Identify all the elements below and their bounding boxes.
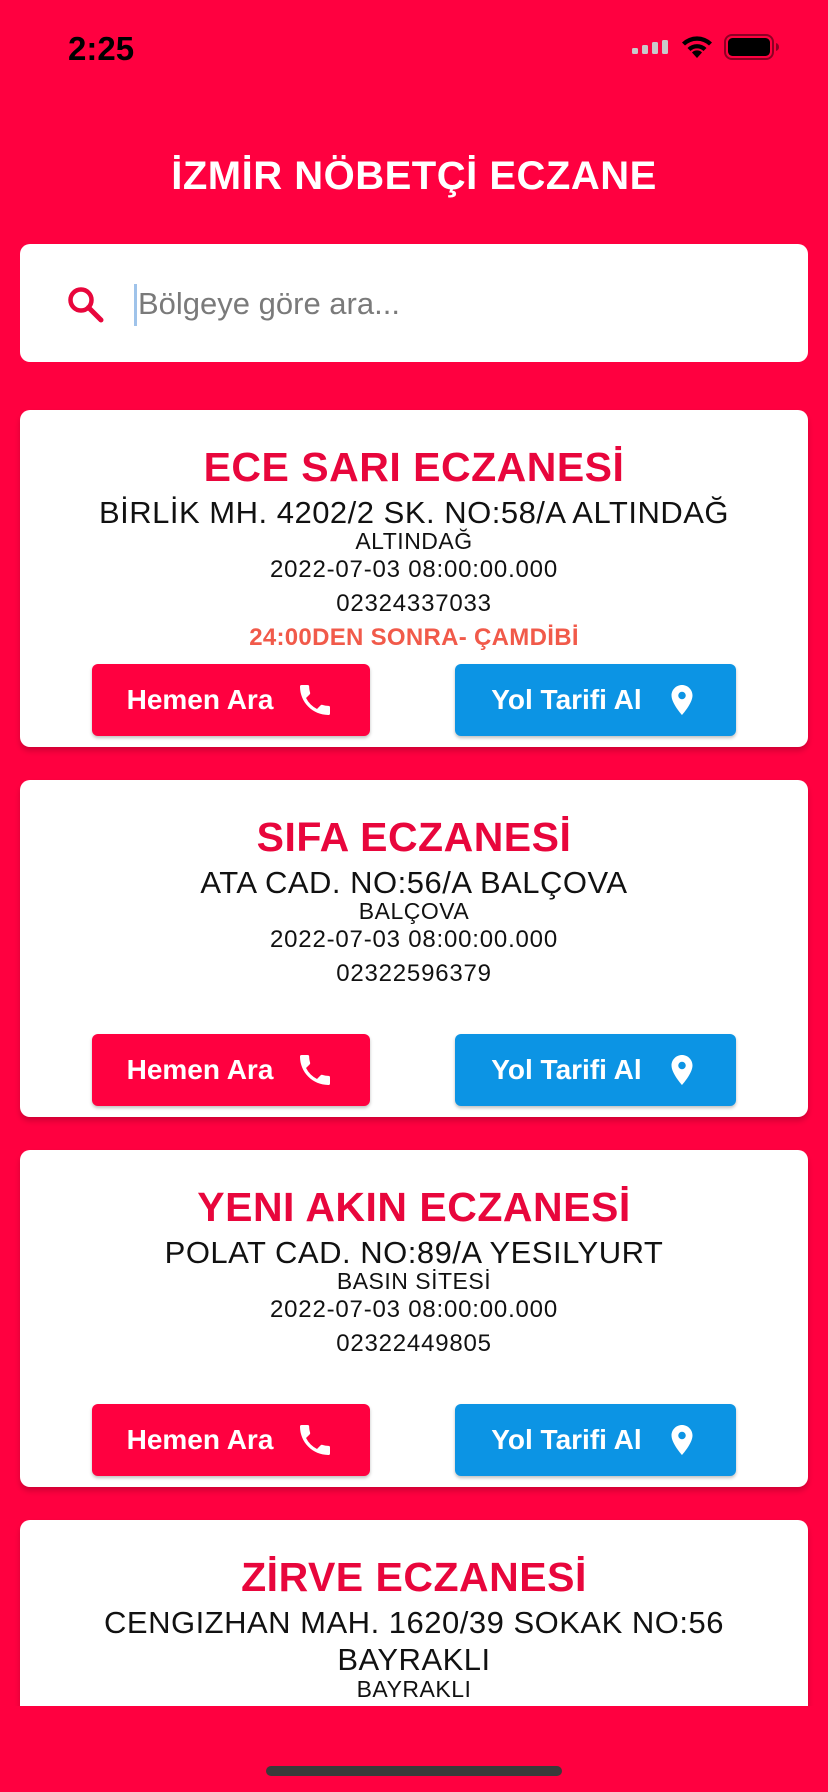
search-input[interactable] — [134, 274, 774, 334]
phone-icon — [300, 1425, 331, 1455]
location-pin-icon — [671, 1425, 693, 1455]
call-now-button[interactable]: Hemen Ara — [92, 1404, 370, 1476]
call-button-label: Hemen Ara — [126, 1424, 274, 1455]
get-directions-button[interactable]: Yol Tarifi Al — [455, 1404, 736, 1476]
get-directions-button[interactable]: Yol Tarifi Al — [455, 664, 736, 736]
location-pin-icon — [671, 1055, 693, 1085]
page-title: İZMİR NÖBETÇİ ECZANE — [171, 154, 657, 198]
call-now-button[interactable]: Hemen Ara — [92, 664, 370, 736]
search-icon — [68, 287, 104, 323]
status-icons — [632, 34, 780, 60]
cellular-signal-icon — [632, 40, 668, 54]
pharmacy-card: YENI AKIN ECZANESİ POLAT CAD. NO:89/A YE… — [20, 1150, 808, 1487]
pharmacy-date: 2022-07-03 08:00:00.000 — [270, 926, 558, 953]
pharmacy-district: BALÇOVA — [358, 898, 470, 924]
pharmacy-district: ALTINDAĞ — [355, 528, 473, 554]
location-pin-icon — [671, 685, 693, 715]
call-now-button[interactable]: Hemen Ara — [92, 1034, 370, 1106]
pharmacy-date: 2022-07-03 08:00:00.000 — [270, 1296, 558, 1323]
directions-button-label: Yol Tarifi Al — [491, 1424, 642, 1455]
phone-icon — [300, 1055, 331, 1085]
directions-button-label: Yol Tarifi Al — [491, 1054, 642, 1085]
bottom-safe-area — [0, 1706, 828, 1792]
pharmacy-phone: 02322596379 — [336, 960, 492, 987]
home-indicator[interactable] — [266, 1766, 562, 1776]
pharmacy-name: YENI AKIN ECZANESİ — [197, 1184, 631, 1230]
call-button-label: Hemen Ara — [126, 1054, 274, 1085]
phone-icon — [300, 685, 331, 715]
pharmacy-name: SIFA ECZANESİ — [256, 814, 572, 860]
pharmacy-phone: 02322449805 — [336, 1330, 492, 1357]
pharmacy-name: ECE SARI ECZANESİ — [203, 444, 625, 490]
pharmacy-name: ZİRVE ECZANESİ — [241, 1554, 587, 1600]
get-directions-button[interactable]: Yol Tarifi Al — [455, 1034, 736, 1106]
pharmacy-card: SIFA ECZANESİ ATA CAD. NO:56/A BALÇOVA B… — [20, 780, 808, 1117]
pharmacy-note: 24:00DEN SONRA- ÇAMDİBİ — [249, 624, 579, 651]
battery-icon — [724, 34, 779, 60]
status-time: 2:25 — [68, 30, 135, 67]
pharmacy-district: BAYRAKLI — [356, 1676, 472, 1702]
pharmacy-address: BİRLİK MH. 4202/2 SK. NO:58/A ALTINDAĞ — [98, 495, 730, 530]
directions-button-label: Yol Tarifi Al — [491, 684, 642, 715]
status-bar: 2:25 — [0, 0, 828, 100]
pharmacy-card: ECE SARI ECZANESİ BİRLİK MH. 4202/2 SK. … — [20, 410, 808, 747]
pharmacy-address: POLAT CAD. NO:89/A YESILYURT — [164, 1235, 664, 1270]
pharmacy-district: BASIN SİTESİ — [336, 1268, 492, 1294]
pharmacy-date: 2022-07-03 08:00:00.000 — [270, 556, 558, 583]
search-bar[interactable] — [20, 244, 808, 362]
pharmacy-address: ATA CAD. NO:56/A BALÇOVA — [200, 865, 628, 900]
pharmacy-phone: 02324337033 — [336, 590, 492, 617]
call-button-label: Hemen Ara — [126, 684, 274, 715]
wifi-icon — [682, 36, 712, 58]
pharmacy-address: CENGIZHAN MAH. 1620/39 SOKAK NO:56 BAYRA… — [104, 1605, 724, 1677]
